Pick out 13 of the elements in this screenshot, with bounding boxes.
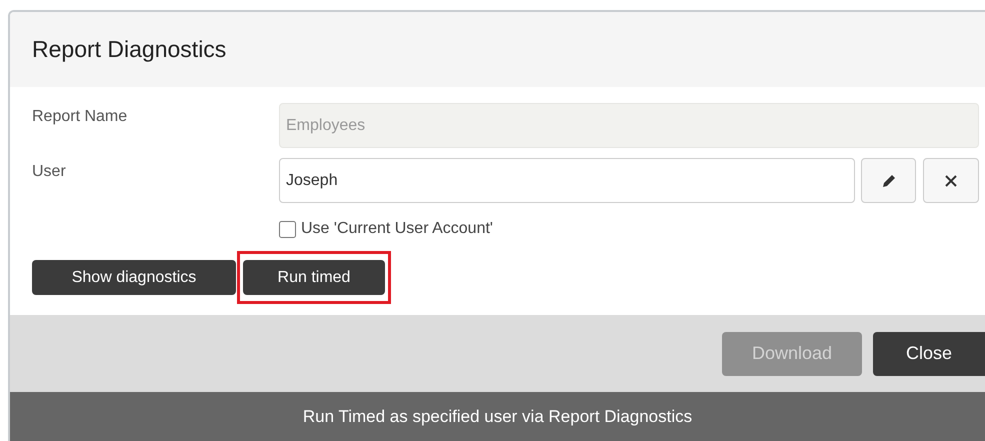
caption-text: Run Timed as specified user via Report Diagnostics bbox=[302, 406, 692, 428]
action-button[interactable]: Show diagnostics bbox=[32, 260, 236, 295]
edit-button[interactable] bbox=[861, 158, 916, 203]
dialog-title: Report Diagnostics bbox=[32, 35, 226, 64]
field-label: Report Name bbox=[32, 107, 128, 127]
field-label: User bbox=[32, 162, 67, 182]
footer-button[interactable]: Close bbox=[873, 332, 985, 376]
pencil-icon bbox=[880, 172, 896, 188]
checkbox-label: Use 'Current User Account' bbox=[301, 219, 493, 239]
checkbox[interactable] bbox=[279, 220, 296, 238]
text-field[interactable]: Joseph bbox=[279, 158, 855, 203]
action-button[interactable]: Run timed bbox=[243, 260, 385, 295]
close-icon bbox=[944, 174, 958, 188]
